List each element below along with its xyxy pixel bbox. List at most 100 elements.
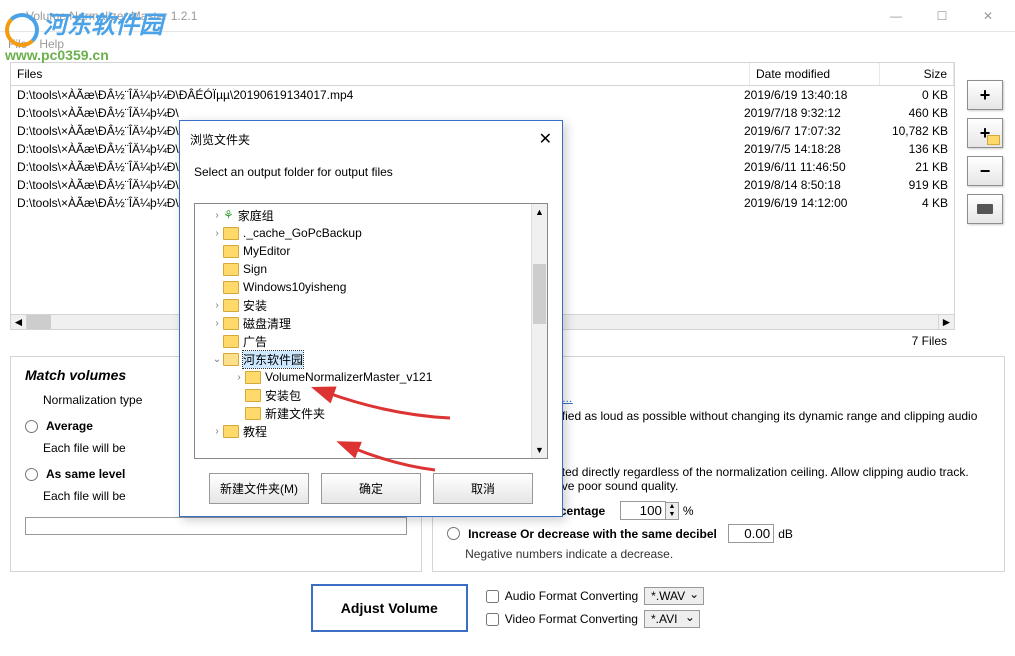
tree-item-label: 家庭组 xyxy=(238,207,274,224)
decibel-input[interactable] xyxy=(728,524,774,543)
radio-average-label: Average xyxy=(46,417,93,435)
caret-icon[interactable]: › xyxy=(211,426,223,437)
radio-average[interactable] xyxy=(25,420,38,433)
home-icon: ⚘ xyxy=(223,208,234,222)
tree-item-label: 河东软件园 xyxy=(243,351,303,368)
add-file-button[interactable]: + xyxy=(967,80,1003,110)
scroll-right-icon[interactable]: ► xyxy=(938,315,954,329)
app-icon xyxy=(4,8,20,24)
scroll-left-icon[interactable]: ◄ xyxy=(11,315,27,329)
plus-icon: + xyxy=(980,85,991,106)
clear-icon xyxy=(977,204,993,214)
file-date: 2019/6/19 14:12:00 xyxy=(744,196,874,210)
tree-scrollbar[interactable]: ▲ ▼ xyxy=(531,204,547,458)
close-button[interactable]: ✕ xyxy=(965,1,1011,31)
browse-folder-dialog: 浏览文件夹 ✕ Select an output folder for outp… xyxy=(179,120,563,517)
tree-scroll-thumb[interactable] xyxy=(533,264,546,324)
tree-item[interactable]: 安装包 xyxy=(197,386,545,404)
folder-icon xyxy=(223,227,239,240)
tree-item-label: 安装包 xyxy=(265,387,301,404)
tree-item-label: VolumeNormalizerMaster_v121 xyxy=(265,370,432,384)
maximize-button[interactable]: ☐ xyxy=(919,1,965,31)
file-size: 10,782 KB xyxy=(874,124,948,138)
tree-item[interactable]: Windows10yisheng xyxy=(197,278,545,296)
file-date: 2019/6/11 11:46:50 xyxy=(744,160,874,174)
caret-icon[interactable]: › xyxy=(211,300,223,311)
cancel-button[interactable]: 取消 xyxy=(433,473,533,504)
percentage-input[interactable] xyxy=(620,501,666,520)
caret-icon[interactable]: › xyxy=(211,228,223,239)
minus-icon: − xyxy=(980,161,991,182)
tree-item[interactable]: › 安装 xyxy=(197,296,545,314)
video-format-combo[interactable]: *.AVI xyxy=(644,610,700,628)
scroll-up-icon[interactable]: ▲ xyxy=(532,204,547,220)
folder-icon xyxy=(245,407,261,420)
tree-item[interactable]: 广告 xyxy=(197,332,545,350)
dialog-close-button[interactable]: ✕ xyxy=(539,129,552,149)
level-input[interactable] xyxy=(25,517,407,535)
folder-icon xyxy=(223,317,239,330)
tree-item-label: 新建文件夹 xyxy=(265,405,325,422)
folder-icon xyxy=(223,299,239,312)
file-size: 136 KB xyxy=(874,142,948,156)
folder-tree[interactable]: ›⚘家庭组›._cache_GoPcBackupMyEditorSignWind… xyxy=(194,203,548,459)
tree-item[interactable]: 新建文件夹 xyxy=(197,404,545,422)
radio-decibel[interactable] xyxy=(447,527,460,540)
clear-button[interactable] xyxy=(967,194,1003,224)
new-folder-button[interactable]: 新建文件夹(M) xyxy=(209,473,309,504)
tree-item[interactable]: › VolumeNormalizerMaster_v121 xyxy=(197,368,545,386)
caret-icon[interactable]: › xyxy=(233,372,245,383)
file-size: 0 KB xyxy=(874,88,948,102)
tree-item[interactable]: MyEditor xyxy=(197,242,545,260)
file-path: D:\tools\×ÀÃæ\ÐÂ½¨ÎÄ¼þ¼Ð\ xyxy=(17,106,744,120)
radio-same-label: As same level xyxy=(46,465,125,483)
audio-format-combo[interactable]: *.WAV xyxy=(644,587,704,605)
radio-same-level[interactable] xyxy=(25,468,38,481)
tree-item[interactable]: ⌄ 河东软件园 xyxy=(197,350,545,368)
tree-item-label: 安装 xyxy=(243,297,267,314)
tree-item-label: Windows10yisheng xyxy=(243,280,346,294)
tree-item[interactable]: Sign xyxy=(197,260,545,278)
caret-icon[interactable]: › xyxy=(211,318,223,329)
dialog-title: 浏览文件夹 xyxy=(190,131,539,148)
remove-file-button[interactable]: − xyxy=(967,156,1003,186)
caret-icon[interactable]: ⌄ xyxy=(211,354,223,365)
file-date: 2019/7/5 14:18:28 xyxy=(744,142,874,156)
negative-hint: Negative numbers indicate a decrease. xyxy=(465,547,990,561)
tree-item[interactable]: › 磁盘清理 xyxy=(197,314,545,332)
file-size: 4 KB xyxy=(874,196,948,210)
folder-icon xyxy=(223,353,239,366)
audio-convert-label: Audio Format Converting xyxy=(505,589,638,603)
scroll-thumb[interactable] xyxy=(27,315,51,329)
file-row[interactable]: D:\tools\×ÀÃæ\ÐÂ½¨ÎÄ¼þ¼Ð\ÐÂÉÓÏµµ\2019061… xyxy=(11,86,954,104)
col-date[interactable]: Date modified xyxy=(750,63,880,85)
ok-button[interactable]: 确定 xyxy=(321,473,421,504)
db-unit: dB xyxy=(778,527,793,541)
checkbox-audio-convert[interactable] xyxy=(486,590,499,603)
menu-file[interactable]: File xyxy=(8,37,27,51)
pct-unit: % xyxy=(683,504,694,518)
tree-item[interactable]: ›⚘ 家庭组 xyxy=(197,206,545,224)
folder-icon xyxy=(223,425,239,438)
file-date: 2019/6/7 17:07:32 xyxy=(744,124,874,138)
scroll-down-icon[interactable]: ▼ xyxy=(532,442,547,458)
col-size[interactable]: Size xyxy=(880,63,954,85)
caret-icon[interactable]: › xyxy=(211,210,223,221)
add-folder-button[interactable]: + xyxy=(967,118,1003,148)
tree-item-label: 广告 xyxy=(243,333,267,350)
adjust-volume-button[interactable]: Adjust Volume xyxy=(311,584,468,632)
folder-icon xyxy=(223,245,239,258)
tree-item-label: MyEditor xyxy=(243,244,290,258)
file-date: 2019/6/19 13:40:18 xyxy=(744,88,874,102)
tree-item[interactable]: ›教程 xyxy=(197,422,545,440)
percentage-stepper[interactable]: ▲▼ xyxy=(665,502,679,520)
file-size: 919 KB xyxy=(874,178,948,192)
checkbox-video-convert[interactable] xyxy=(486,613,499,626)
tree-item[interactable]: ›._cache_GoPcBackup xyxy=(197,224,545,242)
tree-item-label: 磁盘清理 xyxy=(243,315,291,332)
col-files[interactable]: Files xyxy=(11,63,750,85)
minimize-button[interactable]: — xyxy=(873,1,919,31)
folder-icon xyxy=(245,371,261,384)
file-date: 2019/7/18 9:32:12 xyxy=(744,106,874,120)
menu-help[interactable]: Help xyxy=(39,37,64,51)
